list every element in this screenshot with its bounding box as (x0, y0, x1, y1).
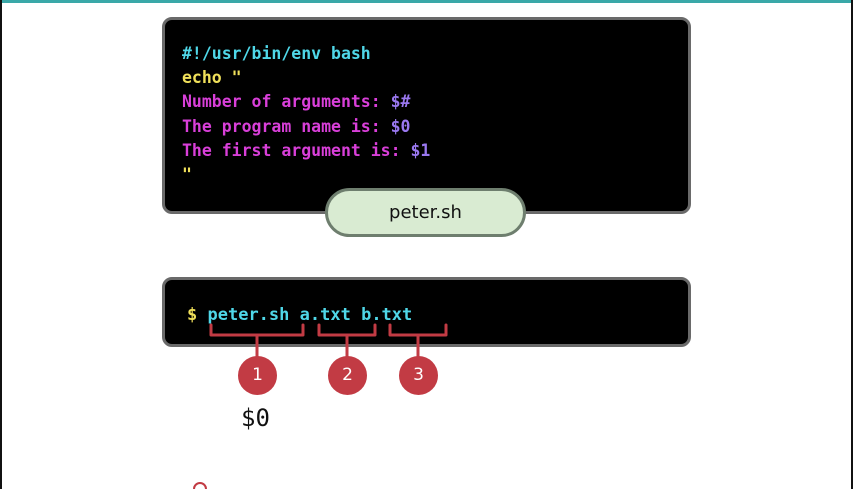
marker-arg1: 2 (328, 356, 367, 395)
variable-label: $0 (241, 404, 270, 432)
bracket-overlay (193, 323, 448, 489)
partial-shape (193, 482, 207, 489)
marker-program-name: 1 (238, 356, 277, 395)
marker-arg2: 3 (399, 356, 438, 395)
